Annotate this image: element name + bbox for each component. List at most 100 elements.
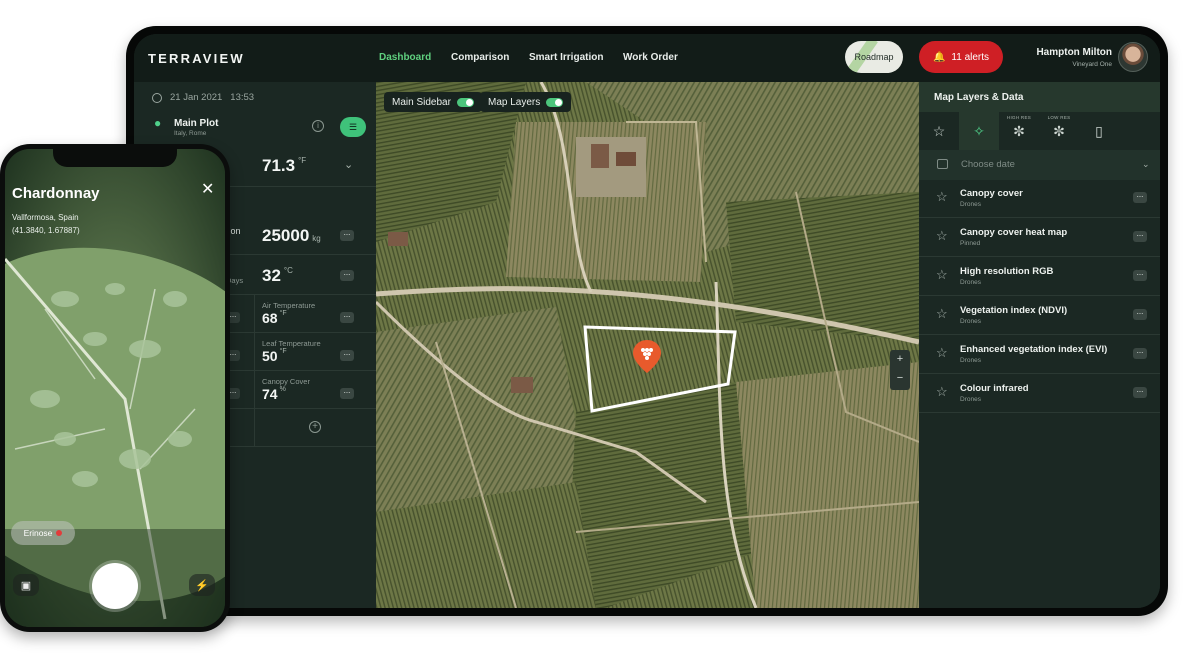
chevron-down-icon: ⌄ [1142,159,1150,169]
close-icon[interactable]: ✕ [201,179,214,199]
satellite-map[interactable]: Main Sidebar Map Layers + − [376,82,919,608]
alerts-button[interactable]: 🔔 11 alerts [919,41,1003,73]
tab-favorites[interactable]: ☆ [919,112,959,150]
tab-high-res[interactable]: HIGH RES ✼ [999,112,1039,150]
more-button[interactable]: ... [340,349,354,361]
more-button[interactable]: ... [340,311,354,323]
star-icon[interactable]: ☆ [936,384,948,400]
card-canopy-value: 74 [262,386,278,402]
divider [226,332,376,333]
more-button[interactable]: ... [340,229,354,241]
star-icon[interactable]: ☆ [936,267,948,283]
more-button[interactable]: ... [1133,347,1147,359]
date-picker[interactable]: Choose date ⌄ [919,150,1160,180]
toggle-switch[interactable] [546,97,564,107]
layer-source: Drones [960,201,981,208]
map-imagery [376,82,919,608]
layer-item[interactable]: ☆ Colour infrared Drones ... [919,375,1160,413]
flash-icon[interactable]: ⚡ [189,574,215,596]
gallery-icon[interactable]: ▣ [13,574,39,596]
more-button[interactable]: ... [340,269,354,281]
add-card-icon[interactable]: + [309,421,321,433]
tab-low-res-label: LOW RES [1047,115,1071,120]
roadmap-label: Roadmap [854,52,894,62]
layer-source: Drones [960,279,981,286]
more-button[interactable]: ... [1133,269,1147,281]
calendar-icon [937,159,948,169]
toggle-switch[interactable] [456,97,474,107]
layer-title: Canopy cover [960,188,1023,199]
divider [226,186,376,187]
map-layers-toggle-label: Map Layers [488,96,541,108]
card-air-temp-value: 68 [262,310,278,326]
star-icon[interactable]: ☆ [936,306,948,322]
user-subtitle: Vineyard One [1072,61,1112,68]
metric-soil-temp: 32 °C [262,266,293,286]
more-button[interactable]: ... [1133,230,1147,242]
metric-soil-temp-value: 32 [262,266,281,285]
variety-title: Chardonnay [12,185,100,202]
clock-icon [152,92,162,103]
layer-item[interactable]: ☆ Vegetation index (NDVI) Drones ... [919,297,1160,335]
nav-work-order[interactable]: Work Order [623,52,678,63]
layer-item[interactable]: ☆ Canopy cover heat map Pinned ... [919,219,1160,257]
card-air-temp-unit: °F [279,310,287,317]
more-button[interactable]: ... [1133,308,1147,320]
nav-comparison[interactable]: Comparison [451,52,509,63]
time-text: 13:53 [230,92,255,103]
layer-item[interactable]: ☆ Canopy cover Drones ... [919,180,1160,218]
metric-soil-temp-unit: °C [283,266,293,275]
card-leaf-temp-value: 50 [262,348,278,364]
location-pin-icon: ● [154,116,162,130]
satellite-icon: ✼ [1053,122,1065,139]
tab-low-res[interactable]: LOW RES ✼ [1039,112,1079,150]
zoom-control[interactable]: + − [890,350,910,390]
star-icon[interactable]: ☆ [936,189,948,205]
roadmap-button[interactable]: Roadmap [845,41,903,73]
nav-dashboard[interactable]: Dashboard [379,52,431,63]
card-canopy-label: Canopy Cover [262,377,310,386]
filter-search-button[interactable]: ☰ [340,117,366,137]
avatar[interactable] [1118,42,1148,72]
zoom-out-button[interactable]: − [890,369,910,388]
map-layers-toggle[interactable]: Map Layers [480,92,572,112]
chevron-down-icon[interactable]: ⌄ [344,158,353,171]
map-layers-panel: Map Layers & Data ☆ ✧ HIGH RES ✼ LOW RES ✼… [919,82,1160,608]
marketing-composite: TERRAVIEW Dashboard Comparison Smart Irr… [0,0,1200,653]
star-icon[interactable]: ☆ [936,345,948,361]
more-button[interactable]: ... [1133,191,1147,203]
top-bar: TERRAVIEW Dashboard Comparison Smart Irr… [134,34,1160,82]
divider [226,254,376,255]
metric-yield-unit: kg [312,234,321,243]
zoom-in-button[interactable]: + [890,350,910,369]
more-button[interactable]: ... [1133,386,1147,398]
more-button[interactable]: ... [340,387,354,399]
tab-drones[interactable]: ✧ [959,112,999,150]
card-canopy-unit: % [279,386,286,393]
nav-smart-irrigation[interactable]: Smart Irrigation [529,52,603,63]
location-text: Vallformosa, Spain [12,213,79,222]
star-icon[interactable]: ☆ [936,228,948,244]
layer-title: Canopy cover heat map [960,227,1068,238]
metric-temperature-value: 71.3 [262,156,296,175]
layer-item[interactable]: ☆ Enhanced vegetation index (EVI) Drones… [919,336,1160,374]
status-dot [56,530,63,536]
divider [226,446,376,447]
sensor-icon: ▯ [1095,122,1103,139]
layer-item[interactable]: ☆ High resolution RGB Drones ... [919,258,1160,296]
shutter-button[interactable] [92,563,138,609]
info-icon[interactable]: i [312,120,324,132]
divider [226,408,376,409]
tab-sensors[interactable]: ▯ [1079,112,1119,150]
plot-row[interactable]: ● Main Plot Italy, Rome i ☰ [152,116,368,138]
layer-title: Vegetation index (NDVI) [960,305,1068,316]
disease-tag-label: Erinose [23,528,53,538]
layer-source: Pinned [960,240,981,247]
plot-subtitle: Italy, Rome [174,130,207,137]
drone-icon: ✧ [973,122,985,139]
main-sidebar-toggle-label: Main Sidebar [392,96,451,108]
main-sidebar-toggle[interactable]: Main Sidebar [384,92,482,112]
disease-tag[interactable]: Erinose [11,521,75,545]
phone-screen: Chardonnay Vallformosa, Spain (41.3840, … [5,149,225,627]
card-air-temp: 68 °F [262,310,287,326]
